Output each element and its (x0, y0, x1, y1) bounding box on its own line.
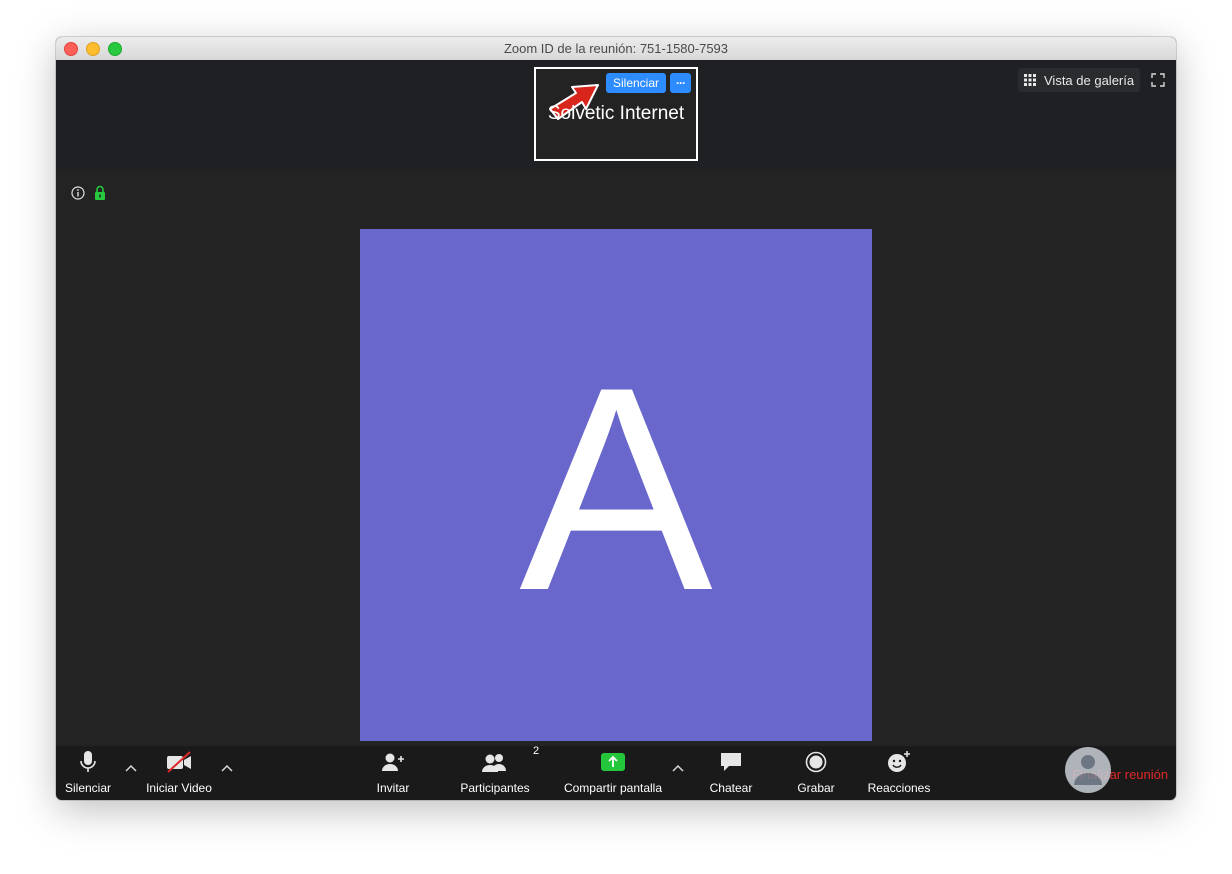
share-screen-button[interactable]: Compartir pantalla (561, 746, 665, 800)
participants-count-badge: 2 (533, 745, 540, 757)
share-screen-label: Compartir pantalla (563, 781, 663, 795)
start-video-label: Iniciar Video (146, 781, 212, 795)
info-icon[interactable] (71, 186, 85, 200)
chat-button[interactable]: Chatear (708, 746, 754, 800)
watermark-logo-icon (1065, 747, 1111, 793)
meeting-toolbar: Silenciar Iniciar Video Invitar 2 Partic… (56, 745, 1176, 800)
window-controls (64, 42, 122, 56)
fullscreen-icon[interactable] (1151, 73, 1165, 87)
speaker-mute-button[interactable]: Silenciar (606, 73, 666, 93)
grid-icon (1024, 74, 1036, 86)
speaker-strip: Silenciar ··· Solvetic Internet Vista de… (56, 60, 1176, 169)
reactions-icon (888, 751, 910, 772)
speaker-more-button[interactable]: ··· (670, 73, 691, 93)
participants-icon (482, 754, 506, 772)
mute-button[interactable]: Silenciar (64, 746, 112, 800)
zoom-window: Zoom ID de la reunión: 751-1580-7593 Sil… (56, 37, 1176, 800)
participant-video-tile: A (360, 229, 872, 741)
lock-icon[interactable] (94, 185, 106, 201)
chat-icon (721, 753, 741, 771)
gallery-view-label: Vista de galería (1044, 72, 1135, 88)
chevron-up-icon[interactable] (125, 764, 137, 774)
window-title: Zoom ID de la reunión: 751-1580-7593 (503, 41, 729, 56)
participants-button[interactable]: 2 Participantes (457, 745, 539, 800)
microphone-icon (80, 751, 96, 772)
gallery-view-button[interactable]: Vista de galería (1018, 68, 1141, 92)
invite-button[interactable]: Invitar (372, 746, 414, 800)
participants-label: Participantes (460, 781, 530, 795)
record-label: Grabar (797, 781, 835, 795)
chat-label: Chatear (709, 781, 753, 795)
share-screen-icon (601, 753, 625, 771)
video-off-icon (167, 751, 191, 773)
invite-label: Invitar (376, 781, 410, 795)
title-bar: Zoom ID de la reunión: 751-1580-7593 (56, 37, 1176, 61)
close-window-button[interactable] (64, 42, 78, 56)
chevron-up-icon[interactable] (221, 764, 233, 774)
add-person-icon (382, 753, 404, 771)
participant-initial: A (519, 327, 713, 651)
speaker-name: Solvetic Internet (547, 103, 685, 124)
minimize-window-button[interactable] (86, 42, 100, 56)
start-video-button[interactable]: Iniciar Video (144, 746, 214, 800)
record-button[interactable]: Grabar (795, 746, 837, 800)
zoom-window-button[interactable] (108, 42, 122, 56)
mute-label: Silenciar (64, 781, 112, 795)
reactions-button[interactable]: Reacciones (866, 746, 932, 800)
reactions-label: Reacciones (867, 781, 931, 795)
speaker-tile[interactable]: Silenciar ··· Solvetic Internet (534, 67, 698, 161)
chevron-up-icon[interactable] (672, 764, 684, 774)
record-icon (805, 751, 827, 773)
